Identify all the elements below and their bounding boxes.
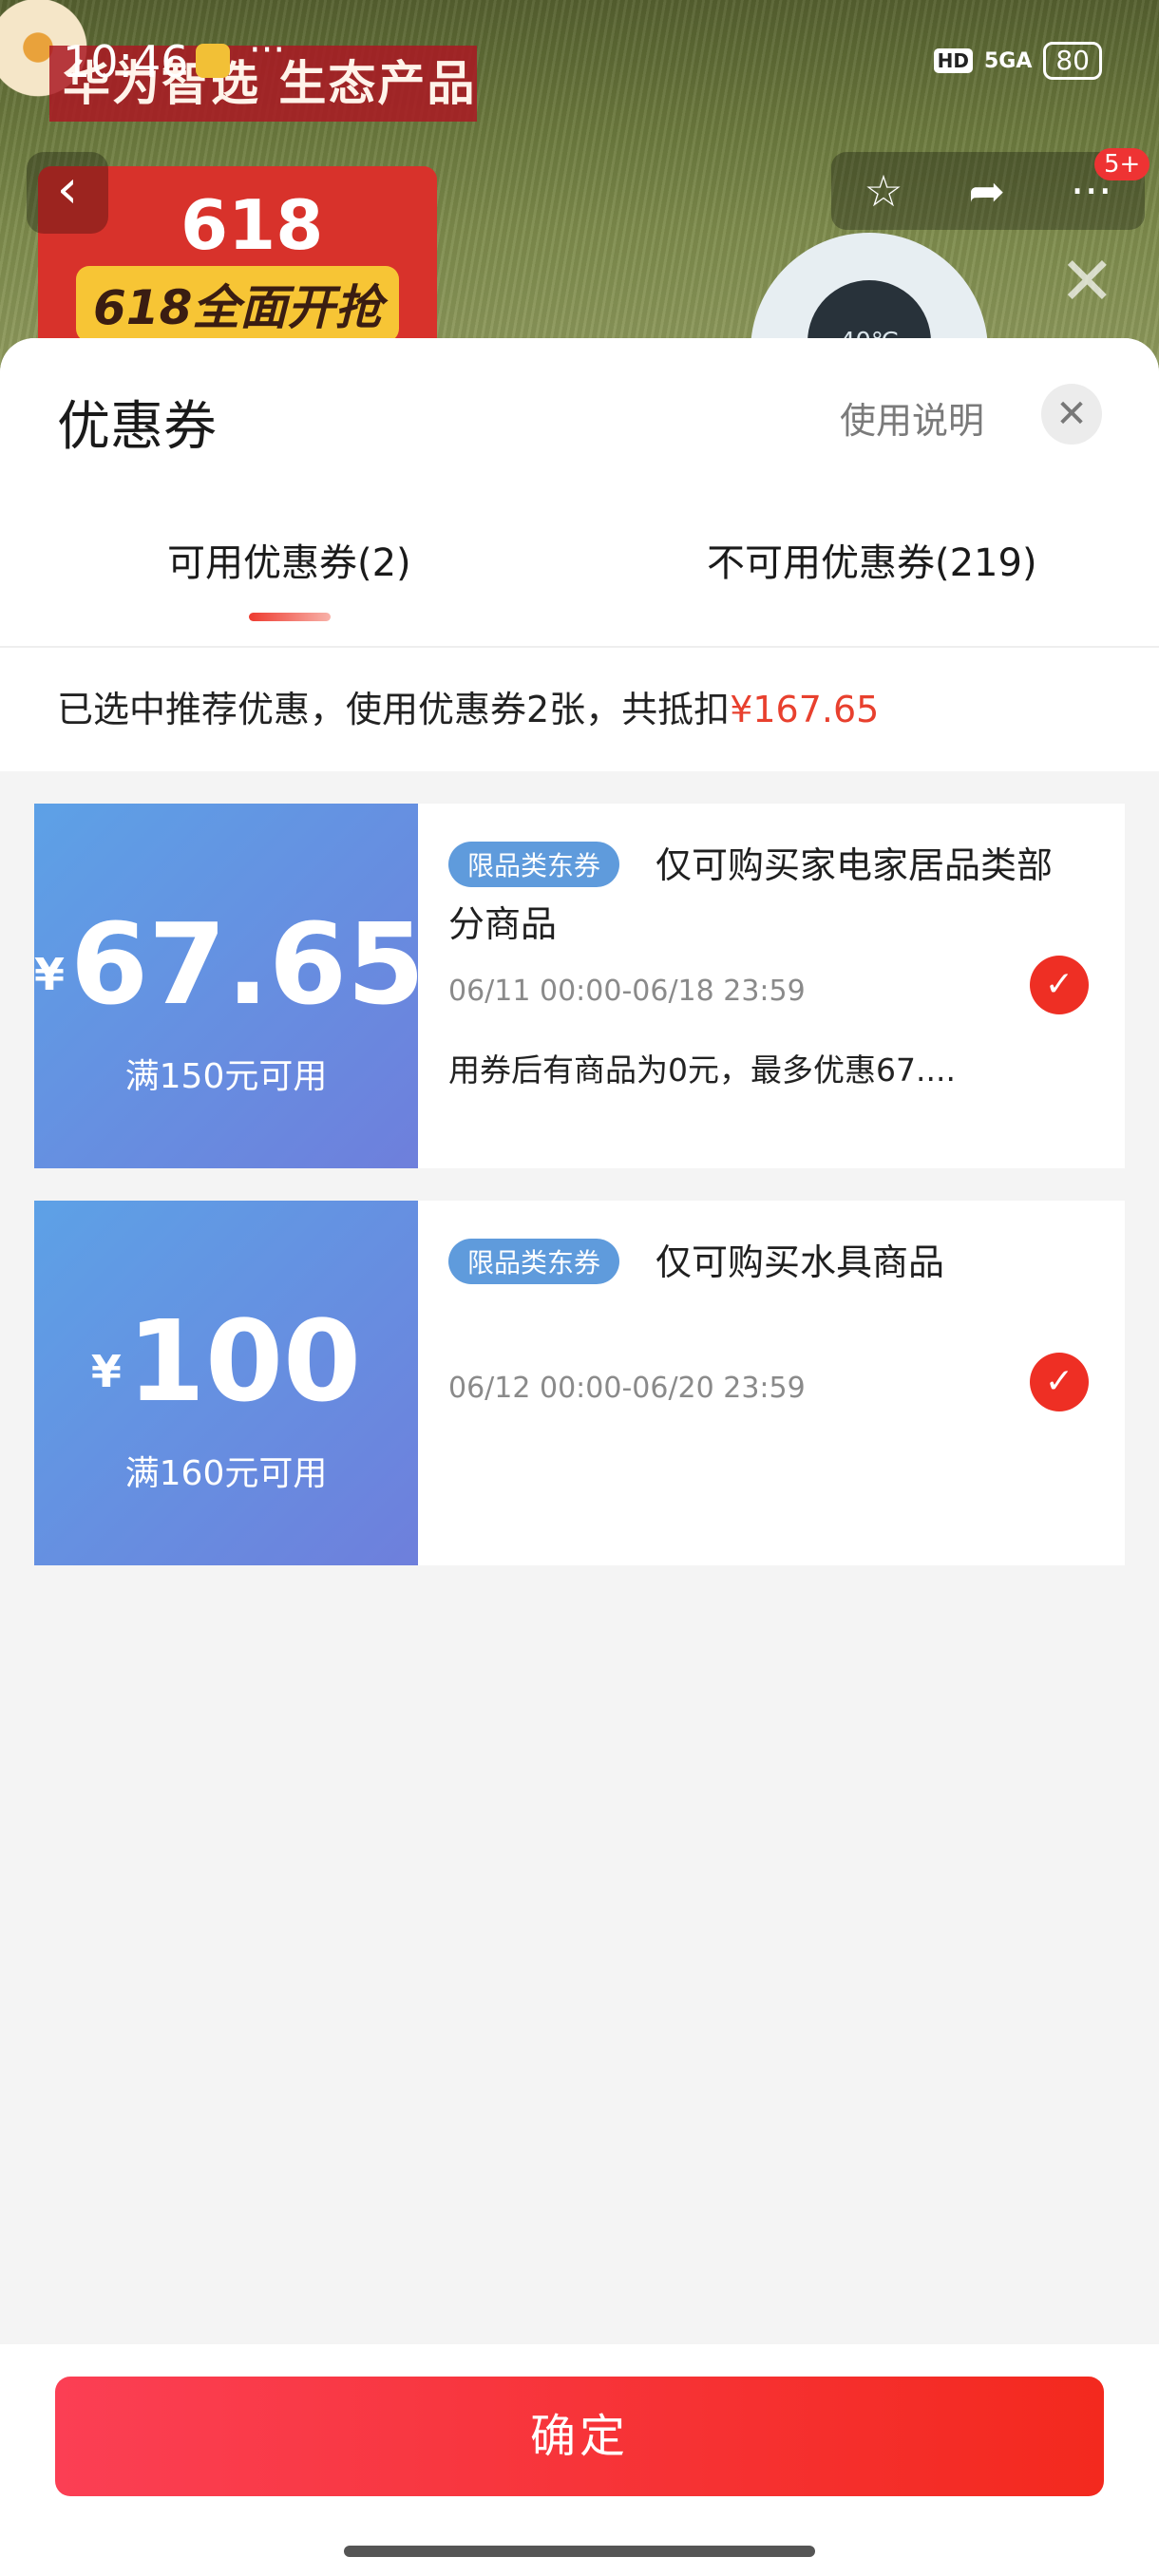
close-icon[interactable]: ✕ xyxy=(1059,242,1115,320)
coupon-type-badge: 限品类东券 xyxy=(448,1239,620,1284)
close-icon[interactable]: ✕ xyxy=(1041,384,1102,445)
coupon-amount: ¥100 xyxy=(34,1296,418,1427)
notification-icon xyxy=(196,44,230,78)
currency-symbol: ¥ xyxy=(90,1346,122,1397)
home-indicator[interactable] xyxy=(344,2546,815,2557)
coupon-amount-value: 100 xyxy=(126,1296,362,1427)
coupon-value-panel: ¥67.65 满150元可用 xyxy=(28,804,425,1168)
coupon-sheet: 优惠券 使用说明 ✕ 可用优惠券(2) 不可用优惠券(219) 已选中推荐优惠，… xyxy=(0,338,1159,2576)
promo-text: 618全面开抢 xyxy=(76,266,400,342)
coupon-info: 仅可购买家电家居品类部分商品 限品类东券 06/11 00:00-06/18 2… xyxy=(418,804,1125,1168)
summary-text: 已选中推荐优惠，使用优惠券2张，共抵扣 xyxy=(57,689,731,730)
coupon-info: 仅可购买水具商品 限品类东券 06/12 00:00-06/20 23:59 ✓ xyxy=(418,1201,1125,1565)
coupon-card[interactable]: ¥100 满160元可用 仅可购买水具商品 限品类东券 06/12 00:00-… xyxy=(28,1201,1125,1565)
coupon-validity: 06/11 00:00-06/18 23:59 xyxy=(448,975,806,1008)
status-indicators: HD 5GA 80 xyxy=(933,42,1102,80)
coupon-validity: 06/12 00:00-06/20 23:59 xyxy=(448,1372,806,1405)
tab-indicator xyxy=(249,613,331,621)
coupon-tabs: 可用优惠券(2) 不可用优惠券(219) xyxy=(0,494,1159,648)
coupon-condition: 满160元可用 xyxy=(124,1454,328,1493)
sheet-footer: 确定 xyxy=(0,2344,1159,2576)
back-arrow-icon[interactable]: ‹ xyxy=(27,152,108,234)
status-overflow: ··· xyxy=(249,28,286,72)
checkmark-icon[interactable]: ✓ xyxy=(1030,956,1089,1014)
tab-available-coupons[interactable]: 可用优惠券(2) xyxy=(167,532,411,587)
coupon-amount-value: 67.65 xyxy=(70,899,426,1030)
currency-symbol: ¥ xyxy=(34,949,66,1000)
share-icon[interactable]: ➦ xyxy=(968,165,1005,217)
checkmark-icon[interactable]: ✓ xyxy=(1030,1353,1089,1411)
usage-instructions-link[interactable]: 使用说明 xyxy=(840,391,984,444)
promo-number: 618 xyxy=(180,185,324,265)
tab-unavailable-coupons[interactable]: 不可用优惠券(219) xyxy=(707,532,1037,587)
signal-icon: 5GA xyxy=(983,48,1033,73)
coupon-value-panel: ¥100 满160元可用 xyxy=(28,1201,418,1565)
summary-amount: ¥167.65 xyxy=(730,689,880,730)
product-background: 华为智选 生态产品 618 618全面开抢 40℃ 10:46 ··· HD 5… xyxy=(0,0,1159,380)
coupon-condition: 满150元可用 xyxy=(124,1057,328,1096)
coupon-list: ¥67.65 满150元可用 仅可购买家电家居品类部分商品 限品类东券 06/1… xyxy=(0,771,1159,1565)
coupon-amount: ¥67.65 xyxy=(34,899,425,1030)
sheet-header: 优惠券 使用说明 ✕ xyxy=(0,338,1159,494)
coupon-description: 用券后有商品为0元，最多优惠67.... xyxy=(448,1051,956,1089)
star-icon[interactable]: ☆ xyxy=(864,165,902,217)
battery-icon: 80 xyxy=(1043,42,1102,80)
confirm-button[interactable]: 确定 xyxy=(55,2377,1104,2496)
message-badge: 5+ xyxy=(1094,148,1150,180)
coupon-card[interactable]: ¥67.65 满150元可用 仅可购买家电家居品类部分商品 限品类东券 06/1… xyxy=(28,804,1125,1168)
sheet-title: 优惠券 xyxy=(57,396,217,458)
hd-icon: HD xyxy=(933,48,973,73)
status-time: 10:46 xyxy=(63,36,189,87)
coupon-type-badge: 限品类东券 xyxy=(448,842,620,887)
discount-summary: 已选中推荐优惠，使用优惠券2张，共抵扣¥167.65 xyxy=(0,648,1159,771)
